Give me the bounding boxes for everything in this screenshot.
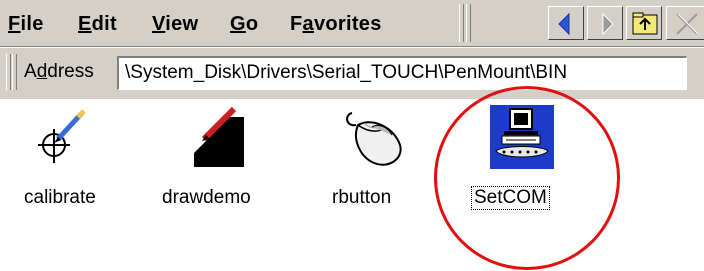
toolbar-grip-secondary: [466, 4, 471, 42]
file-list: calibrate drawdemo rbutton SetCOM: [0, 99, 704, 271]
back-arrow-icon: [558, 12, 570, 36]
mouse-icon: [342, 105, 406, 169]
toolbar-grip[interactable]: [459, 4, 464, 42]
file-item-drawdemo[interactable]: drawdemo: [158, 105, 278, 225]
file-item-rbutton[interactable]: rbutton: [326, 105, 446, 225]
address-input[interactable]: \System_Disk\Drivers\Serial_TOUCH\PenMou…: [117, 56, 687, 90]
menu-go[interactable]: Go: [230, 9, 258, 39]
up-folder-button[interactable]: [626, 6, 662, 40]
forward-button[interactable]: [587, 6, 623, 40]
file-label: drawdemo: [162, 187, 251, 208]
up-folder-icon: [632, 12, 658, 35]
close-button[interactable]: [666, 6, 704, 40]
file-item-setcom[interactable]: SetCOM: [471, 105, 596, 225]
back-button[interactable]: [548, 6, 584, 40]
menu-favorites[interactable]: Favorites: [290, 9, 382, 39]
file-label: rbutton: [332, 187, 392, 208]
menu-file[interactable]: File: [8, 9, 44, 39]
menu-edit[interactable]: Edit: [78, 9, 117, 39]
file-item-calibrate[interactable]: calibrate: [14, 105, 134, 225]
file-label: calibrate: [24, 187, 96, 208]
computer-setup-icon: [490, 105, 554, 169]
forward-arrow-icon: [602, 12, 614, 36]
crosshair-pen-icon: [32, 105, 96, 169]
close-icon: [676, 13, 699, 35]
file-label: SetCOM: [471, 186, 550, 210]
address-bar: Address \System_Disk\Drivers\Serial_TOUC…: [0, 47, 704, 100]
drawing-pen-icon: [190, 105, 254, 169]
menu-bar: File Edit View Go Favorites: [0, 0, 704, 47]
address-bar-grip[interactable]: [6, 54, 11, 90]
menu-view[interactable]: View: [152, 9, 198, 39]
address-label: Address: [24, 61, 94, 82]
address-bar-grip-secondary: [12, 54, 17, 90]
